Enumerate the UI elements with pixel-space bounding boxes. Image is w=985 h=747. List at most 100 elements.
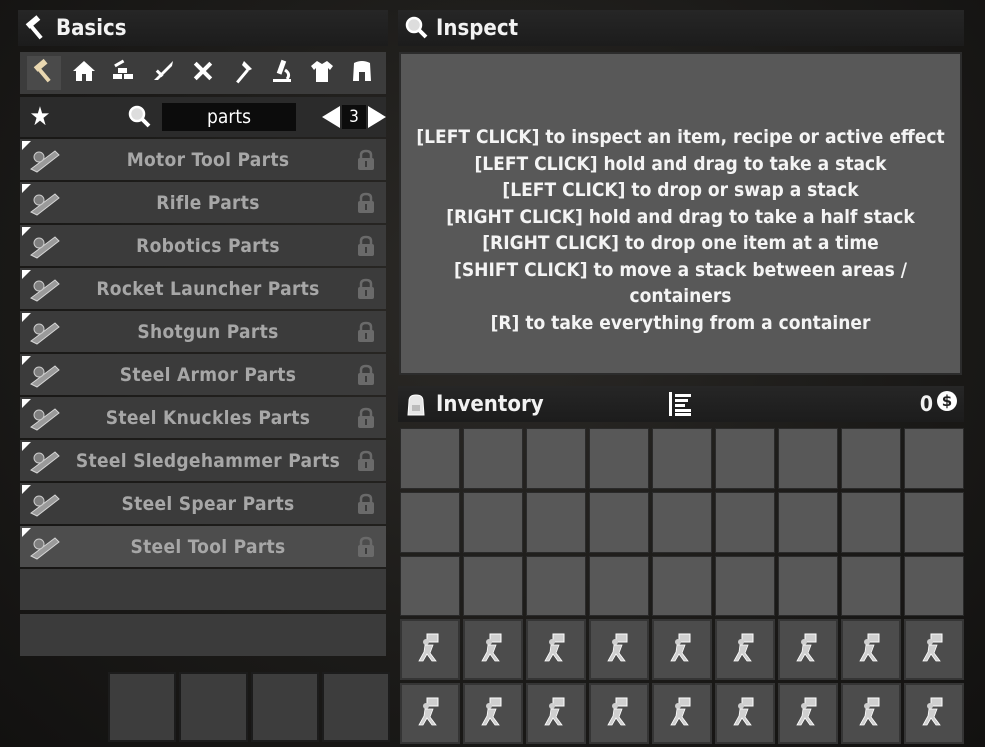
category-tab-science[interactable] bbox=[265, 56, 299, 90]
coin-count: 0 $ bbox=[920, 390, 958, 417]
recipe-row[interactable]: Shotgun Parts bbox=[20, 311, 386, 352]
inventory-slot[interactable] bbox=[400, 491, 460, 553]
inventory-slot[interactable] bbox=[841, 491, 901, 553]
inventory-slot[interactable] bbox=[652, 491, 712, 553]
category-tab-food[interactable] bbox=[226, 56, 260, 90]
encumbered-icon bbox=[539, 695, 573, 733]
inventory-slot[interactable] bbox=[652, 555, 712, 617]
quality-badge-icon bbox=[22, 485, 31, 494]
inventory-slot[interactable] bbox=[904, 491, 964, 553]
inventory-slot[interactable] bbox=[652, 428, 712, 489]
inventory-slot[interactable] bbox=[904, 428, 964, 489]
inventory-slot-encumbered[interactable] bbox=[652, 619, 712, 681]
quality-badge-icon bbox=[22, 270, 31, 279]
encumbered-icon bbox=[791, 631, 825, 669]
quality-badge-icon bbox=[22, 356, 31, 365]
category-tab-all[interactable] bbox=[26, 56, 61, 90]
inventory-slot-encumbered[interactable] bbox=[463, 619, 523, 681]
microscope-icon bbox=[269, 58, 295, 88]
inventory-slot[interactable] bbox=[778, 491, 838, 553]
inventory-slot-encumbered[interactable] bbox=[526, 683, 586, 744]
inventory-slot-encumbered[interactable] bbox=[400, 683, 460, 744]
inspect-help-line: [LEFT CLICK] hold and drag to take a sta… bbox=[474, 152, 887, 175]
encumbered-icon bbox=[854, 695, 888, 733]
crafting-queue-slot[interactable] bbox=[108, 672, 177, 742]
inventory-slot-encumbered[interactable] bbox=[589, 619, 649, 681]
recipe-row[interactable]: Robotics Parts bbox=[20, 225, 386, 266]
inventory-slot[interactable] bbox=[841, 428, 901, 489]
inventory-slot[interactable] bbox=[463, 428, 523, 489]
inventory-slot[interactable] bbox=[589, 428, 649, 489]
quality-badge-icon bbox=[22, 313, 31, 322]
crafting-queue-slot[interactable] bbox=[250, 672, 319, 742]
category-tab-resources[interactable] bbox=[106, 56, 140, 90]
inventory-slot-encumbered[interactable] bbox=[463, 683, 523, 744]
inventory-slot[interactable] bbox=[526, 491, 586, 553]
inventory-slot[interactable] bbox=[526, 555, 586, 617]
inventory-slot-encumbered[interactable] bbox=[715, 683, 775, 744]
recipe-row[interactable]: Steel Armor Parts bbox=[20, 354, 386, 395]
coin-amount: 0 bbox=[919, 391, 933, 416]
favorites-star-icon[interactable]: ★ bbox=[24, 102, 56, 132]
lock-icon bbox=[346, 407, 386, 429]
recipe-row[interactable]: Rocket Launcher Parts bbox=[20, 268, 386, 309]
inventory-slot[interactable] bbox=[589, 491, 649, 553]
inventory-slot-encumbered[interactable] bbox=[904, 683, 964, 744]
inventory-slot[interactable] bbox=[904, 555, 964, 617]
encumbered-icon bbox=[602, 695, 636, 733]
recipe-row[interactable]: Motor Tool Parts bbox=[20, 139, 386, 180]
recipe-row[interactable]: Steel Tool Parts bbox=[20, 526, 386, 567]
steel-knuckles-parts-icon bbox=[20, 397, 70, 438]
inventory-slot[interactable] bbox=[715, 555, 775, 617]
inventory-slot[interactable] bbox=[841, 555, 901, 617]
inventory-slot[interactable] bbox=[400, 428, 460, 489]
inventory-slot-encumbered[interactable] bbox=[778, 619, 838, 681]
inventory-slot-encumbered[interactable] bbox=[841, 619, 901, 681]
recipe-row[interactable]: Steel Spear Parts bbox=[20, 483, 386, 524]
inventory-slot[interactable] bbox=[526, 428, 586, 489]
quality-badge-icon bbox=[22, 227, 31, 236]
crafting-queue-slot[interactable] bbox=[321, 672, 390, 742]
lock-icon bbox=[346, 450, 386, 472]
inspect-help-text: [LEFT CLICK] to inspect an item, recipe … bbox=[401, 124, 960, 336]
inventory-slot[interactable] bbox=[589, 555, 649, 617]
shirt-icon bbox=[309, 58, 335, 88]
inventory-slot[interactable] bbox=[778, 428, 838, 489]
inventory-slot[interactable] bbox=[715, 428, 775, 489]
rocket-launcher-parts-icon bbox=[20, 268, 70, 309]
inventory-slot-encumbered[interactable] bbox=[778, 683, 838, 744]
weapon-icon bbox=[150, 58, 176, 88]
inventory-slot[interactable] bbox=[778, 555, 838, 617]
inventory-slot-encumbered[interactable] bbox=[841, 683, 901, 744]
recipe-row[interactable]: Steel Sledgehammer Parts bbox=[20, 440, 386, 481]
sort-icon[interactable] bbox=[666, 390, 694, 424]
recipe-name: Robotics Parts bbox=[136, 234, 280, 257]
robotics-parts-icon bbox=[20, 225, 70, 266]
inventory-slot-encumbered[interactable] bbox=[904, 619, 964, 681]
inventory-slot[interactable] bbox=[463, 555, 523, 617]
inventory-slot[interactable] bbox=[463, 491, 523, 553]
category-tab-weapons[interactable] bbox=[146, 56, 180, 90]
recipe-row[interactable]: Rifle Parts bbox=[20, 182, 386, 223]
recipe-row[interactable]: Steel Knuckles Parts bbox=[20, 397, 386, 438]
category-tab-armor[interactable] bbox=[345, 56, 379, 90]
inventory-slot-encumbered[interactable] bbox=[652, 683, 712, 744]
inventory-slot-encumbered[interactable] bbox=[715, 619, 775, 681]
crafting-queue-slot[interactable] bbox=[179, 672, 248, 742]
category-tab-tools[interactable] bbox=[186, 56, 220, 90]
search-input[interactable] bbox=[162, 103, 296, 131]
inventory-slot[interactable] bbox=[715, 491, 775, 553]
prev-page-button[interactable] bbox=[322, 106, 340, 128]
backpack-icon bbox=[402, 390, 430, 418]
recipe-row-empty bbox=[20, 569, 386, 610]
next-page-button[interactable] bbox=[368, 106, 386, 128]
encumbered-icon bbox=[917, 695, 951, 733]
inventory-slot-encumbered[interactable] bbox=[589, 683, 649, 744]
inventory-slot-encumbered[interactable] bbox=[526, 619, 586, 681]
category-tab-building[interactable] bbox=[67, 56, 101, 90]
inventory-slot[interactable] bbox=[400, 555, 460, 617]
recipe-name: Steel Spear Parts bbox=[121, 492, 295, 515]
inventory-slot-encumbered[interactable] bbox=[400, 619, 460, 681]
category-tab-clothing[interactable] bbox=[305, 56, 339, 90]
inventory-grid bbox=[400, 428, 964, 744]
